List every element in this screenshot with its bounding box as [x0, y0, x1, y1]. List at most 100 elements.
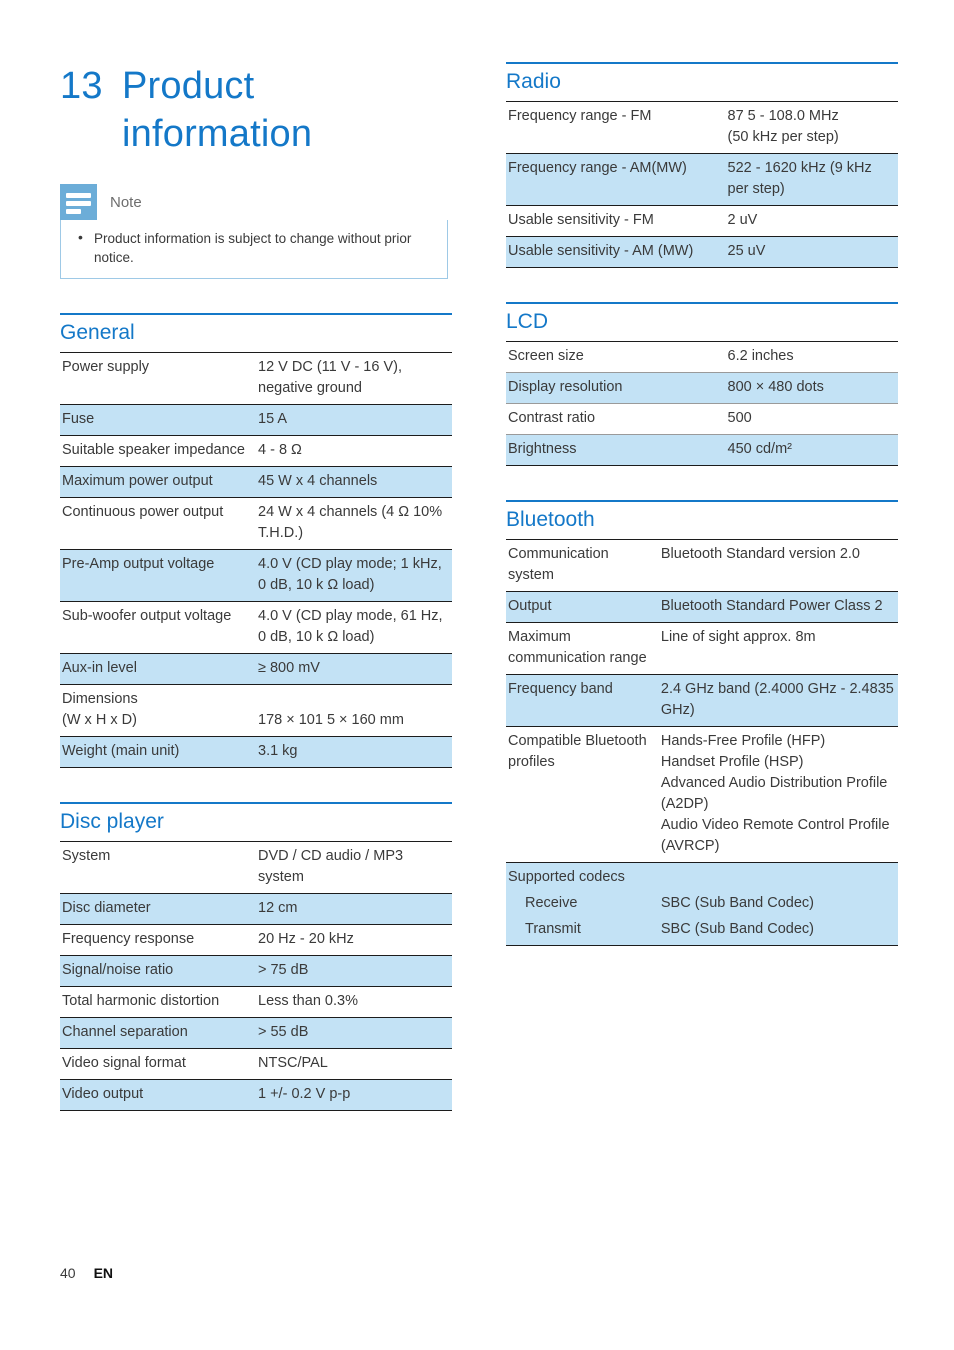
spec-value: 15 A	[256, 404, 452, 436]
spec-value: 4.0 V (CD play mode; 1 kHz, 0 dB, 10 k Ω…	[256, 549, 452, 602]
table-row: Fuse 15 A	[60, 404, 452, 436]
spec-key: Dimensions (W x H x D)	[60, 684, 256, 737]
spec-key: Supported codecs	[506, 862, 659, 893]
spec-value: > 55 dB	[256, 1017, 452, 1049]
spec-value: 4 - 8 Ω	[256, 435, 452, 467]
spec-table-bluetooth: Communication system Bluetooth Standard …	[506, 539, 898, 946]
spec-key: Contrast ratio	[506, 403, 726, 435]
spec-value: 500	[725, 403, 898, 435]
spec-key: Frequency response	[60, 924, 256, 956]
spec-key: Display resolution	[506, 372, 726, 404]
chapter-number: 13	[60, 65, 103, 107]
spec-key: Frequency range - FM	[506, 101, 726, 154]
spec-value: 20 Hz - 20 kHz	[256, 924, 452, 956]
spec-key: Weight (main unit)	[60, 736, 256, 768]
spec-value: Less than 0.3%	[256, 986, 452, 1018]
spec-value: ≥ 800 mV	[256, 653, 452, 685]
table-row: Total harmonic distortion Less than 0.3%	[60, 986, 452, 1018]
spec-key: Maximum communication range	[506, 622, 659, 675]
table-row: Frequency band 2.4 GHz band (2.4000 GHz …	[506, 674, 898, 727]
note-body: Product information is subject to change…	[60, 220, 448, 279]
spec-key: Frequency band	[506, 674, 659, 727]
table-row: Supported codecs	[506, 862, 898, 893]
list-item: Product information is subject to change…	[73, 228, 435, 267]
spec-value: 800 × 480 dots	[725, 372, 898, 404]
section-rule	[60, 313, 452, 315]
section-radio: Radio Frequency range - FM 87 5 - 108.0 …	[506, 62, 898, 268]
spec-table-radio: Frequency range - FM 87 5 - 108.0 MHz (5…	[506, 101, 898, 268]
table-row: System DVD / CD audio / MP3 system	[60, 841, 452, 894]
table-row: Continuous power output 24 W x 4 channel…	[60, 497, 452, 550]
section-general: General Power supply 12 V DC (11 V - 16 …	[60, 313, 452, 768]
spec-value: Bluetooth Standard version 2.0	[658, 539, 898, 592]
note-label: Note	[110, 193, 142, 211]
table-row: Screen size 6.2 inches	[506, 341, 898, 373]
section-heading-bluetooth: Bluetooth	[506, 508, 595, 531]
spec-value: 87 5 - 108.0 MHz (50 kHz per step)	[725, 101, 898, 154]
table-row: Dimensions (W x H x D) 178 × 101 5 × 160…	[60, 684, 452, 737]
spec-table-disc-player: System DVD / CD audio / MP3 system Disc …	[60, 841, 452, 1111]
table-row: Frequency range - FM 87 5 - 108.0 MHz (5…	[506, 101, 898, 154]
spec-value: 12 cm	[256, 893, 452, 925]
spec-value: 178 × 101 5 × 160 mm	[256, 684, 452, 737]
section-rule	[506, 302, 898, 304]
table-row: Signal/noise ratio > 75 dB	[60, 955, 452, 987]
table-row: Maximum power output 45 W x 4 channels	[60, 466, 452, 498]
table-row: Display resolution 800 × 480 dots	[506, 372, 898, 404]
section-lcd: LCD Screen size 6.2 inches Display resol…	[506, 302, 898, 466]
spec-table-general: Power supply 12 V DC (11 V - 16 V), nega…	[60, 352, 452, 768]
spec-value	[658, 862, 898, 893]
spec-value: 450 cd/m²	[725, 434, 898, 466]
spec-key: System	[60, 841, 256, 894]
table-row: Usable sensitivity - AM (MW) 25 uV	[506, 236, 898, 268]
section-heading-general: General	[60, 321, 135, 344]
section-bluetooth: Bluetooth Communication system Bluetooth…	[506, 500, 898, 946]
spec-subkey: Receive	[525, 895, 578, 911]
spec-value: SBC (Sub Band Codec)	[658, 919, 898, 946]
table-row: Transmit SBC (Sub Band Codec)	[506, 919, 898, 946]
section-rule	[506, 62, 898, 64]
spec-value: Line of sight approx. 8m	[658, 622, 898, 675]
spec-key: Total harmonic distortion	[60, 986, 256, 1018]
spec-value: 6.2 inches	[725, 341, 898, 373]
table-row: Communication system Bluetooth Standard …	[506, 539, 898, 592]
spec-key: Signal/noise ratio	[60, 955, 256, 987]
section-heading-disc-player: Disc player	[60, 810, 164, 833]
spec-key: Usable sensitivity - AM (MW)	[506, 236, 726, 268]
section-heading-lcd: LCD	[506, 310, 549, 333]
spec-key: Frequency range - AM(MW)	[506, 153, 726, 206]
spec-key: Disc diameter	[60, 893, 256, 925]
spec-key: Usable sensitivity - FM	[506, 205, 726, 237]
spec-key: Screen size	[506, 341, 726, 373]
spec-value: 2.4 GHz band (2.4000 GHz - 2.4835 GHz)	[658, 674, 898, 727]
table-row: Brightness 450 cd/m²	[506, 434, 898, 466]
table-row: Disc diameter 12 cm	[60, 893, 452, 925]
spec-value: 45 W x 4 channels	[256, 466, 452, 498]
spec-key: Fuse	[60, 404, 256, 436]
spec-key: Pre-Amp output voltage	[60, 549, 256, 602]
spec-key: Channel separation	[60, 1017, 256, 1049]
table-row: Frequency range - AM(MW) 522 - 1620 kHz …	[506, 153, 898, 206]
spec-value: DVD / CD audio / MP3 system	[256, 841, 452, 894]
spec-key: Compatible Bluetooth profiles	[506, 726, 659, 863]
chapter-title-text: Product information	[122, 65, 313, 155]
spec-key: Receive	[506, 893, 659, 919]
section-rule	[506, 500, 898, 502]
table-row: Output Bluetooth Standard Power Class 2	[506, 591, 898, 623]
page-language: EN	[93, 1265, 114, 1281]
spec-value: 522 - 1620 kHz (9 kHz per step)	[725, 153, 898, 206]
spec-key: Sub-woofer output voltage	[60, 601, 256, 654]
spec-value: 4.0 V (CD play mode, 61 Hz, 0 dB, 10 k Ω…	[256, 601, 452, 654]
table-row: Video output 1 +/- 0.2 V p-p	[60, 1079, 452, 1111]
table-row: Weight (main unit) 3.1 kg	[60, 736, 452, 768]
page-title: 13 Product information	[60, 62, 452, 158]
note-list: Product information is subject to change…	[73, 228, 435, 267]
table-row: Aux-in level ≥ 800 mV	[60, 653, 452, 685]
spec-key: Suitable speaker impedance	[60, 435, 256, 467]
spec-value: NTSC/PAL	[256, 1048, 452, 1080]
spec-value: 25 uV	[725, 236, 898, 268]
spec-value: 24 W x 4 channels (4 Ω 10% T.H.D.)	[256, 497, 452, 550]
spec-key: Maximum power output	[60, 466, 256, 498]
right-column: Radio Frequency range - FM 87 5 - 108.0 …	[506, 62, 898, 946]
table-row: Maximum communication range Line of sigh…	[506, 622, 898, 675]
